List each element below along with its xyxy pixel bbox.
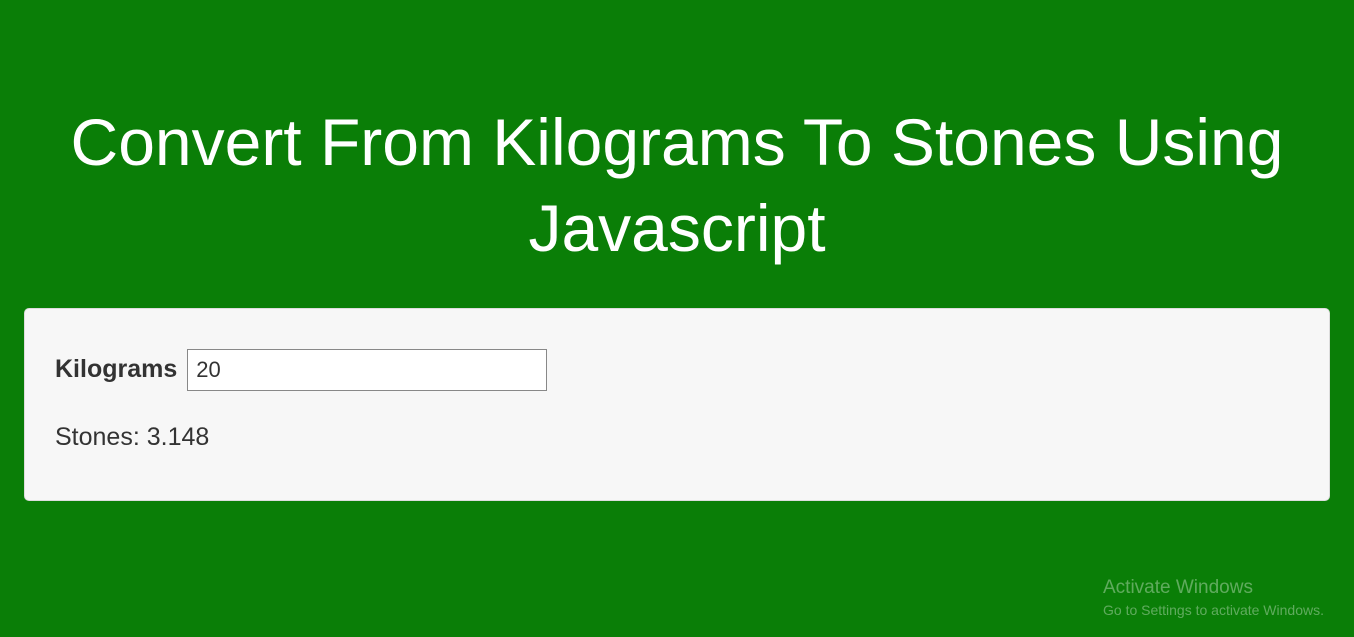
converter-card: Kilograms Stones: 3.148	[24, 308, 1330, 501]
input-row: Kilograms	[55, 349, 1299, 391]
windows-activation-watermark: Activate Windows Go to Settings to activ…	[1103, 575, 1324, 621]
watermark-title: Activate Windows	[1103, 575, 1324, 602]
page-title: Convert From Kilograms To Stones Using J…	[24, 0, 1330, 308]
kilograms-label: Kilograms	[55, 355, 177, 384]
result-value: 3.148	[147, 423, 210, 451]
result-label: Stones:	[55, 423, 140, 451]
watermark-subtitle: Go to Settings to activate Windows.	[1103, 601, 1324, 621]
kilograms-input[interactable]	[187, 349, 547, 391]
result-text: Stones: 3.148	[55, 423, 1299, 452]
